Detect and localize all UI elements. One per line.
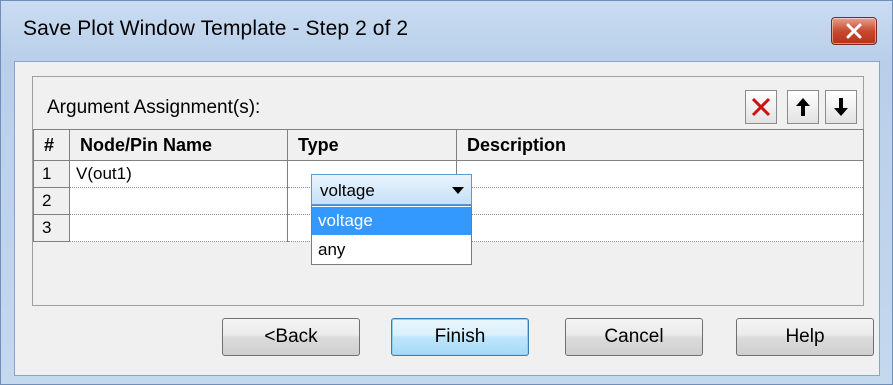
help-button[interactable]: Help — [736, 318, 874, 356]
column-header-node-pin-name[interactable]: Node/Pin Name — [69, 129, 288, 161]
description-cell[interactable] — [456, 160, 864, 188]
column-header-type[interactable]: Type — [287, 129, 457, 161]
description-cell[interactable] — [456, 187, 864, 215]
dialog-client-area: Argument Assignment(s): # Node/Pin Name … — [14, 61, 880, 376]
node-pin-name-cell[interactable] — [69, 187, 288, 215]
move-up-button[interactable] — [787, 90, 819, 124]
description-cell[interactable] — [456, 214, 864, 242]
arrow-up-icon — [796, 98, 810, 116]
row-number: 1 — [33, 160, 70, 188]
back-button[interactable]: <Back — [222, 318, 360, 356]
column-header-number[interactable]: # — [33, 129, 70, 161]
dropdown-option-any[interactable]: any — [312, 236, 471, 264]
arrow-down-icon — [834, 98, 848, 116]
delete-row-button[interactable] — [745, 90, 777, 124]
row-number: 3 — [33, 214, 70, 242]
close-button[interactable] — [831, 17, 877, 45]
type-combo-box[interactable]: voltage — [311, 174, 472, 205]
chevron-down-icon[interactable] — [452, 187, 464, 195]
cancel-button[interactable]: Cancel — [565, 318, 703, 356]
group-header: Argument Assignment(s): — [33, 77, 863, 129]
dropdown-option-voltage[interactable]: voltage — [312, 207, 471, 235]
column-header-description[interactable]: Description — [456, 129, 864, 161]
argument-assignment-group: Argument Assignment(s): # Node/Pin Name … — [32, 76, 864, 306]
delete-icon — [751, 97, 771, 117]
row-number: 2 — [33, 187, 70, 215]
close-x-icon — [846, 23, 862, 39]
node-pin-name-cell[interactable] — [69, 214, 288, 242]
window-title: Save Plot Window Template - Step 2 of 2 — [23, 17, 409, 40]
dialog-window: Save Plot Window Template - Step 2 of 2 … — [0, 0, 893, 385]
node-pin-name-cell[interactable]: V(out1) — [69, 160, 288, 188]
title-bar[interactable]: Save Plot Window Template - Step 2 of 2 — [1, 1, 892, 63]
finish-button[interactable]: Finish — [391, 318, 529, 356]
move-down-button[interactable] — [825, 90, 857, 124]
table-header-row: # Node/Pin Name Type Description — [33, 129, 864, 161]
group-label: Argument Assignment(s): — [47, 97, 261, 118]
type-combo-value: voltage — [320, 181, 375, 200]
type-dropdown-list: voltage any — [311, 205, 472, 265]
